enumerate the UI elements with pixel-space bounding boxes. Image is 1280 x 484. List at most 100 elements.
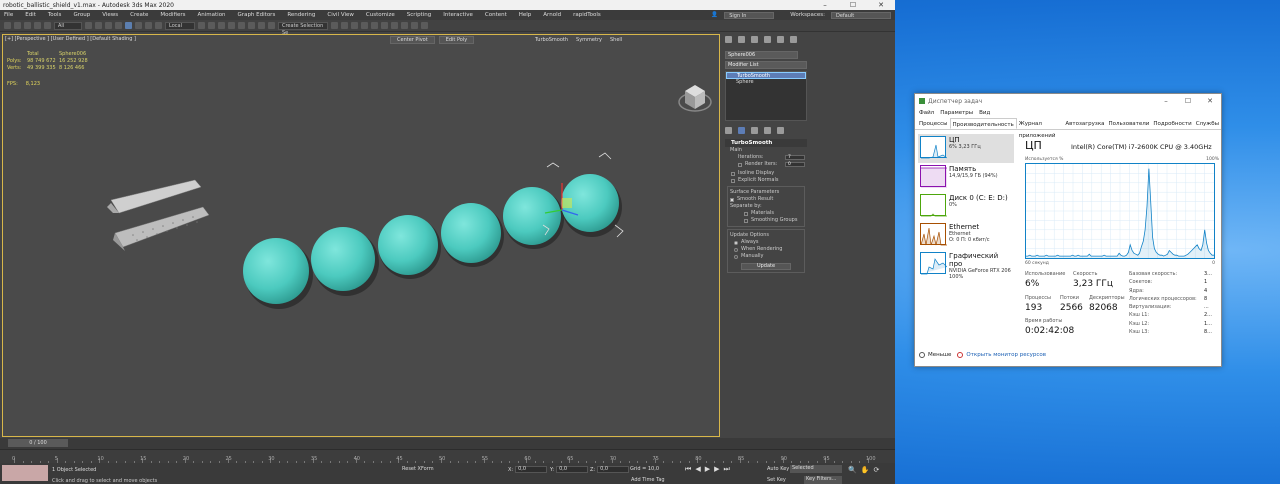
keyboard-shortcut-icon[interactable]: [218, 22, 225, 29]
named-selection-dropdown[interactable]: Create Selection Se: [278, 21, 328, 36]
maxscript-listener[interactable]: [2, 465, 48, 481]
make-unique-icon[interactable]: [751, 126, 758, 134]
y-coordinate-field[interactable]: 0,0: [556, 466, 589, 473]
remove-modifier-icon[interactable]: [764, 126, 771, 134]
link-icon[interactable]: [24, 22, 31, 29]
utilities-tab-icon[interactable]: [790, 35, 797, 43]
iterations-spinner[interactable]: 7: [785, 155, 805, 160]
time-slider[interactable]: 0 / 100: [0, 438, 895, 449]
menu-help[interactable]: Help: [519, 12, 532, 18]
menu-edit[interactable]: Edit: [25, 12, 36, 18]
pivot-icon[interactable]: [198, 22, 205, 29]
angle-snap-icon[interactable]: [238, 22, 245, 29]
sidebar-item-ethernet[interactable]: Ethernet Ethernet О: 0 П: 0 кбит/с: [918, 221, 1014, 250]
select-object-icon[interactable]: [85, 22, 92, 29]
menu-customize[interactable]: Customize: [366, 12, 395, 18]
spinner-snap-icon[interactable]: [258, 22, 265, 29]
time-slider-thumb[interactable]: 0 / 100: [8, 439, 68, 447]
layer-icon[interactable]: [351, 22, 358, 29]
schematic-icon[interactable]: [381, 22, 388, 29]
tm-minimize-icon[interactable]: –: [1155, 97, 1177, 105]
reference-coord-dropdown[interactable]: Local: [165, 21, 195, 30]
align-icon[interactable]: [341, 22, 348, 29]
menu-tools[interactable]: Tools: [48, 12, 62, 18]
key-selection-dropdown[interactable]: Selected: [790, 465, 842, 473]
modifier-list-dropdown[interactable]: Modifier List: [725, 61, 807, 69]
render-setup-icon[interactable]: [401, 22, 408, 29]
tm-menu-options[interactable]: Параметры: [940, 110, 973, 116]
selection-filter-dropdown[interactable]: All: [54, 21, 82, 30]
render-frame-icon[interactable]: [411, 22, 418, 29]
add-time-tag-button[interactable]: Add Time Tag: [631, 477, 665, 483]
tab-startup[interactable]: Автозагрузка: [1063, 118, 1106, 129]
mirror-icon[interactable]: [331, 22, 338, 29]
tab-details[interactable]: Подробности: [1151, 118, 1193, 129]
redo-icon[interactable]: [14, 22, 21, 29]
tab-performance[interactable]: Производительность: [949, 118, 1017, 129]
show-end-result-icon[interactable]: [738, 126, 745, 134]
render-icon[interactable]: [421, 22, 428, 29]
maximize-icon[interactable]: ☐: [839, 1, 867, 9]
menu-scripting[interactable]: Scripting: [407, 12, 431, 18]
move-icon[interactable]: [125, 22, 132, 29]
update-button[interactable]: Update: [741, 263, 791, 270]
tab-processes[interactable]: Процессы: [917, 118, 950, 129]
render-iters-checkbox[interactable]: [738, 162, 742, 167]
smooth-result-checkbox[interactable]: [730, 197, 734, 202]
scale-icon[interactable]: [145, 22, 152, 29]
menu-arnold[interactable]: Arnold: [543, 12, 561, 18]
shield-mesh[interactable]: [107, 179, 210, 251]
auto-key-button[interactable]: Auto Key: [767, 466, 789, 472]
menu-interactive[interactable]: Interactive: [443, 12, 473, 18]
stack-item-sphere[interactable]: Sphere: [726, 79, 806, 86]
scene-explorer-icon[interactable]: [361, 22, 368, 29]
select-by-name-icon[interactable]: [95, 22, 102, 29]
menu-file[interactable]: File: [4, 12, 13, 18]
x-coordinate-field[interactable]: 0,0: [515, 466, 548, 473]
motion-tab-icon[interactable]: [764, 35, 771, 43]
pin-stack-icon[interactable]: [725, 126, 732, 134]
tab-app-history[interactable]: Журнал приложений: [1017, 118, 1064, 139]
menu-views[interactable]: Views: [102, 12, 118, 18]
menu-rapidtools[interactable]: rapidTools: [573, 12, 601, 18]
fewer-details-button[interactable]: Меньше: [919, 352, 951, 358]
menu-rendering[interactable]: Rendering: [287, 12, 315, 18]
smoothing-groups-checkbox[interactable]: [744, 218, 748, 223]
unlink-icon[interactable]: [34, 22, 41, 29]
curve-editor-icon[interactable]: [371, 22, 378, 29]
display-tab-icon[interactable]: [777, 35, 784, 43]
orbit-icon[interactable]: ⟳: [873, 466, 879, 474]
next-frame-icon[interactable]: ▶: [714, 465, 719, 474]
pan-icon[interactable]: ✋: [861, 466, 870, 474]
menu-civil-view[interactable]: Civil View: [327, 12, 353, 18]
tm-menu-view[interactable]: Вид: [979, 110, 990, 116]
zoom-icon[interactable]: 🔍: [848, 466, 857, 474]
sidebar-item-cpu[interactable]: ЦП 6% 3,23 ГГц: [918, 134, 1014, 163]
perspective-viewport[interactable]: [+] [Perspective ] [User Defined ] [Defa…: [2, 34, 720, 437]
tab-users[interactable]: Пользователи: [1107, 118, 1152, 129]
select-manipulate-icon[interactable]: [208, 22, 215, 29]
sidebar-item-gpu[interactable]: Графический про NVIDIA GeForce RTX 206 100…: [918, 250, 1014, 280]
materials-checkbox[interactable]: [744, 211, 748, 216]
tm-close-icon[interactable]: ✕: [1199, 97, 1221, 105]
menu-group[interactable]: Group: [73, 12, 90, 18]
snaps-icon[interactable]: [228, 22, 235, 29]
menu-animation[interactable]: Animation: [198, 12, 226, 18]
modify-tab-icon[interactable]: [738, 35, 745, 43]
rotate-icon[interactable]: [135, 22, 142, 29]
set-key-button[interactable]: Set Key: [767, 477, 786, 483]
menu-graph-editors[interactable]: Graph Editors: [238, 12, 276, 18]
isoline-checkbox[interactable]: [731, 171, 735, 176]
reset-xform-button[interactable]: Reset XForm: [402, 466, 434, 472]
sphere-objects[interactable]: [243, 174, 622, 309]
bind-space-warp-icon[interactable]: [44, 22, 51, 29]
manually-radio[interactable]: [734, 254, 738, 259]
viewcube[interactable]: [678, 85, 712, 112]
material-editor-icon[interactable]: [391, 22, 398, 29]
always-radio[interactable]: [734, 240, 738, 245]
place-icon[interactable]: [155, 22, 162, 29]
menu-content[interactable]: Content: [485, 12, 507, 18]
play-icon[interactable]: ▶: [705, 465, 710, 474]
configure-modifier-icon[interactable]: [777, 126, 784, 134]
z-coordinate-field[interactable]: 0,0: [597, 466, 630, 473]
